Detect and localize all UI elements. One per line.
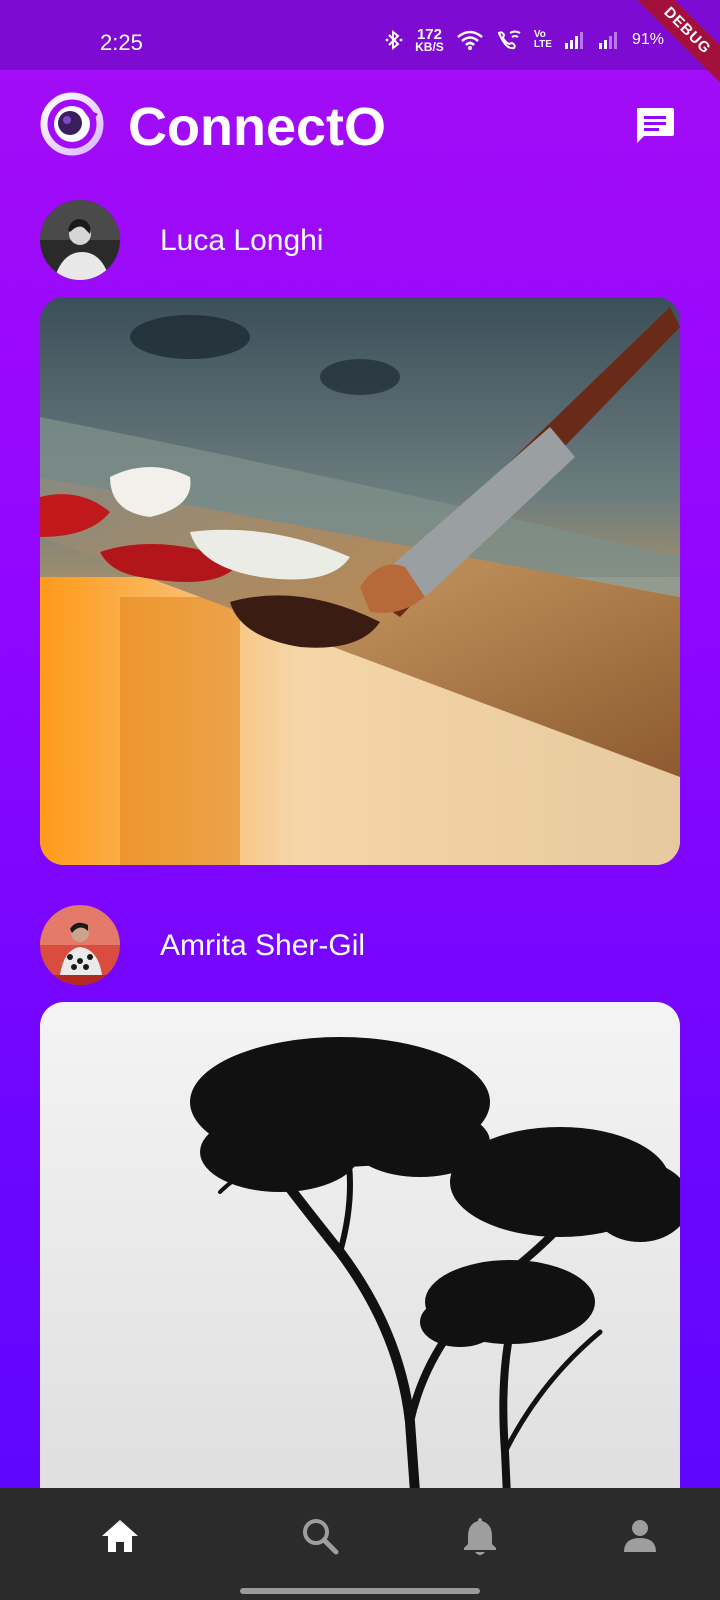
app-bar: ConnectO	[0, 70, 720, 180]
network-speed-unit: KB/S	[415, 40, 444, 54]
search-icon	[303, 1519, 339, 1555]
nav-notifications-button[interactable]	[458, 1514, 502, 1558]
post-header[interactable]: Amrita Sher-Gil	[40, 905, 680, 985]
app-logo-icon	[40, 92, 104, 156]
bottom-navigation	[0, 1488, 720, 1600]
nav-home-button[interactable]	[98, 1514, 142, 1558]
volte-bottom: LTE	[533, 39, 552, 50]
signal-icon	[564, 31, 586, 49]
home-icon	[102, 1520, 138, 1552]
app-title: ConnectO	[128, 97, 387, 157]
post-header[interactable]: Luca Longhi	[40, 200, 680, 280]
avatar[interactable]	[40, 200, 120, 280]
chat-icon	[637, 108, 674, 143]
bluetooth-icon	[385, 29, 403, 51]
author-name[interactable]: Amrita Sher-Gil	[160, 929, 365, 963]
bell-icon	[464, 1518, 496, 1555]
chat-button[interactable]	[634, 106, 676, 148]
status-bar: 2:25 172 KB/S Vo LTE 91% DEBUG	[0, 0, 720, 101]
nav-search-button[interactable]	[298, 1514, 342, 1558]
author-name[interactable]: Luca Longhi	[160, 224, 323, 258]
status-icons: 172 KB/S Vo LTE 91%	[385, 27, 664, 54]
post-image[interactable]	[40, 1002, 680, 1562]
signal-icon	[598, 31, 620, 49]
volte-icon: Vo LTE	[534, 30, 552, 50]
nav-profile-button[interactable]	[618, 1514, 662, 1558]
wifi-calling-icon	[496, 29, 522, 51]
status-time: 2:25	[100, 30, 143, 55]
battery-percentage: 91%	[631, 31, 664, 48]
gesture-bar[interactable]	[240, 1588, 480, 1594]
post-image[interactable]	[40, 297, 680, 865]
person-icon	[624, 1520, 656, 1552]
network-speed: 172 KB/S	[415, 27, 444, 54]
wifi-icon	[456, 29, 484, 51]
avatar[interactable]	[40, 905, 120, 985]
